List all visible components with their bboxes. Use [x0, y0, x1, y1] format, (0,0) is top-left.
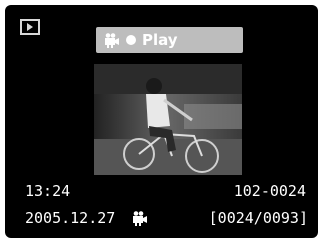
record-dot-icon — [126, 35, 136, 45]
photo-thumbnail — [94, 64, 242, 175]
file-number: 102-0024 — [233, 182, 306, 200]
play-button[interactable]: Play — [96, 27, 243, 53]
frame-counter: [0024/0093] — [208, 209, 308, 227]
play-label: Play — [142, 31, 178, 49]
date-display: 2005.12.27 — [25, 209, 116, 227]
movie-camera-icon — [105, 33, 119, 48]
movie-camera-icon — [133, 211, 147, 226]
camera-lcd-screen: Play 13:24 102-0024 2005.12.27 [0024/009… — [5, 5, 318, 238]
playback-mode-icon — [20, 19, 40, 35]
time-display: 13:24 — [25, 182, 71, 200]
